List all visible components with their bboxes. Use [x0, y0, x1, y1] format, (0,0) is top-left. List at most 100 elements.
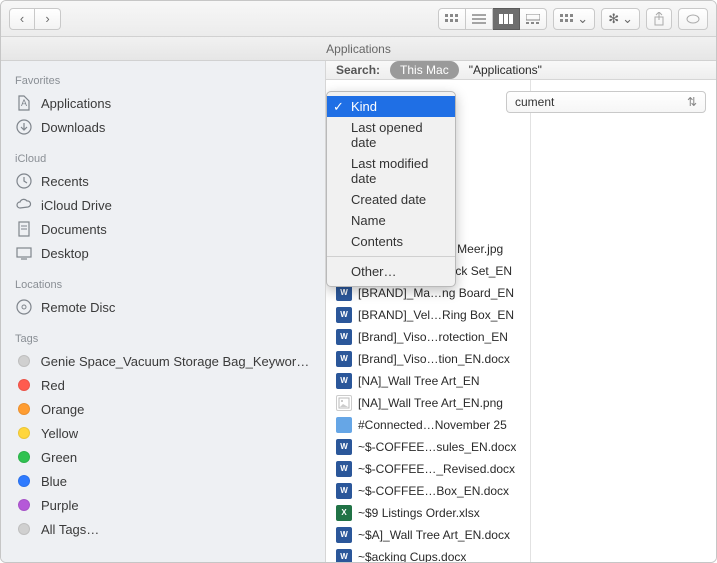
tag-item[interactable]: Red	[1, 373, 325, 397]
view-columns-button[interactable]	[493, 8, 520, 30]
tag-dot-icon	[15, 472, 33, 490]
arrange-group: ⌄	[553, 8, 595, 30]
tag-item[interactable]: Purple	[1, 493, 325, 517]
file-row[interactable]: W~$acking Cups.docx	[326, 546, 530, 562]
file-name: [NA]_Wall Tree Art_EN.png	[358, 394, 503, 412]
search-scope-bar: Search: This Mac "Applications"	[326, 61, 716, 80]
tag-item[interactable]: Blue	[1, 469, 325, 493]
tag-label: Purple	[41, 498, 79, 513]
preview-column	[531, 80, 716, 562]
svg-text:A: A	[21, 98, 27, 108]
file-name: ~$A]_Wall Tree Art_EN.docx	[358, 526, 510, 544]
sidebar-item-desktop[interactable]: Desktop	[1, 241, 325, 265]
combo-value: cument	[515, 95, 554, 109]
menu-item-created-date[interactable]: Created date	[327, 189, 455, 210]
back-button[interactable]: ‹	[9, 8, 35, 30]
word-doc-icon: W	[336, 351, 352, 367]
apps-icon: A	[15, 94, 33, 112]
scope-applications[interactable]: "Applications"	[469, 63, 542, 77]
search-label: Search:	[336, 63, 380, 77]
menu-item-contents[interactable]: Contents	[327, 231, 455, 252]
word-doc-icon: W	[336, 373, 352, 389]
kind-combo[interactable]: cument ⇅	[506, 91, 706, 113]
sidebar: Favorites A Applications Downloads iCloud …	[1, 61, 326, 562]
file-name: ~$-COFFEE…sules_EN.docx	[358, 438, 516, 456]
tag-label: Genie Space_Vacuum Storage Bag_Keyword…	[41, 354, 311, 369]
menu-item-kind[interactable]: Kind	[327, 96, 455, 117]
view-icon-button[interactable]	[438, 8, 466, 30]
sidebar-item-applications[interactable]: A Applications	[1, 91, 325, 115]
file-row[interactable]: W~$-COFFEE…_Revised.docx	[326, 458, 530, 480]
tag-label: All Tags…	[41, 522, 99, 537]
gear-icon: ✻	[608, 11, 619, 27]
tag-label: Blue	[41, 474, 67, 489]
sidebar-item-icloud-drive[interactable]: iCloud Drive	[1, 193, 325, 217]
file-row[interactable]: W[NA]_Wall Tree Art_EN	[326, 370, 530, 392]
folder-icon	[336, 417, 352, 433]
tag-label: Orange	[41, 402, 84, 417]
file-row[interactable]: W ~$-COFFEE…sules_EN.docx	[326, 436, 530, 458]
file-row[interactable]: W[Brand]_Viso…rotection_EN	[326, 326, 530, 348]
tag-dot-icon	[15, 448, 33, 466]
file-row[interactable]: [NA]_Wall Tree Art_EN.png	[326, 392, 530, 414]
word-doc-icon: W	[336, 439, 352, 455]
file-row[interactable]: #Connected…November 25	[326, 414, 530, 436]
tag-item[interactable]: Genie Space_Vacuum Storage Bag_Keyword…	[1, 349, 325, 373]
menu-item-last-opened-date[interactable]: Last opened date	[327, 117, 455, 153]
tag-dot-icon	[15, 400, 33, 418]
favorites-header: Favorites	[1, 69, 325, 91]
file-name: [BRAND]_Vel…Ring Box_EN	[358, 306, 514, 324]
tag-item[interactable]: All Tags…	[1, 517, 325, 541]
updown-icon: ⇅	[687, 95, 697, 109]
word-doc-icon: W	[336, 307, 352, 323]
file-row[interactable]: W~$-COFFEE…Box_EN.docx	[326, 480, 530, 502]
action-group: ✻⌄	[601, 8, 640, 30]
sidebar-item-downloads[interactable]: Downloads	[1, 115, 325, 139]
scope-this-mac[interactable]: This Mac	[390, 61, 459, 79]
file-row[interactable]: W[Brand]_Viso…tion_EN.docx	[326, 348, 530, 370]
columns-icon	[499, 14, 513, 24]
arrange-button[interactable]: ⌄	[553, 8, 595, 30]
view-gallery-button[interactable]	[520, 8, 547, 30]
menu-separator	[327, 256, 455, 257]
tag-label: Red	[41, 378, 65, 393]
action-button[interactable]: ✻⌄	[601, 8, 640, 30]
edit-tags-button[interactable]	[678, 8, 708, 30]
sidebar-item-recents[interactable]: Recents	[1, 169, 325, 193]
path-bar: Applications	[1, 37, 716, 61]
share-button[interactable]	[646, 8, 672, 30]
tag-dot-icon	[15, 424, 33, 442]
sidebar-item-label: Applications	[41, 96, 111, 111]
file-name: ~$acking Cups.docx	[358, 548, 466, 562]
search-attribute-menu: KindLast opened dateLast modified dateCr…	[326, 91, 456, 287]
tag-item[interactable]: Orange	[1, 397, 325, 421]
menu-item-name[interactable]: Name	[327, 210, 455, 231]
tag-label: Green	[41, 450, 77, 465]
file-row[interactable]: X~$9 Listings Order.xlsx	[326, 502, 530, 524]
menu-item-last-modified-date[interactable]: Last modified date	[327, 153, 455, 189]
tag-dot-icon	[15, 496, 33, 514]
tags-header: Tags	[1, 327, 325, 349]
sidebar-item-label: Desktop	[41, 246, 89, 261]
share-icon	[653, 12, 665, 26]
nav-group: ‹ ›	[9, 8, 61, 30]
file-row[interactable]: W [BRAND]_Vel…Ring Box_EN	[326, 304, 530, 326]
sidebar-item-remote-disc[interactable]: Remote Disc	[1, 295, 325, 319]
chevron-right-icon: ›	[45, 11, 49, 26]
tag-label: Yellow	[41, 426, 78, 441]
excel-doc-icon: X	[336, 505, 352, 521]
sidebar-item-label: Documents	[41, 222, 107, 237]
word-doc-icon: W	[336, 329, 352, 345]
finder-window: ‹ › ⌄ ✻⌄ Applications Favorites A Applica…	[0, 0, 717, 563]
file-row[interactable]: W~$A]_Wall Tree Art_EN.docx	[326, 524, 530, 546]
sidebar-item-label: Downloads	[41, 120, 105, 135]
file-name: ~$-COFFEE…_Revised.docx	[358, 460, 515, 478]
forward-button[interactable]: ›	[35, 8, 61, 30]
tag-item[interactable]: Green	[1, 445, 325, 469]
desktop-icon	[15, 244, 33, 262]
view-list-button[interactable]	[466, 8, 493, 30]
sidebar-item-documents[interactable]: Documents	[1, 217, 325, 241]
tags-group	[678, 8, 708, 30]
tag-item[interactable]: Yellow	[1, 421, 325, 445]
menu-item-other[interactable]: Other…	[327, 261, 455, 282]
